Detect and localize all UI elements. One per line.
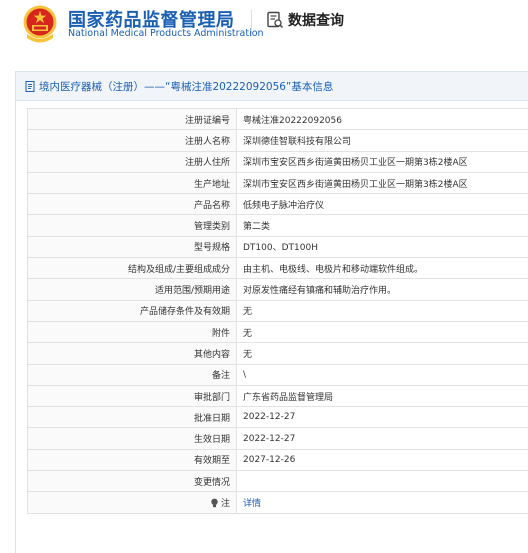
- note-bulb-icon: [210, 498, 219, 508]
- table-row: 审批部门 广东省药品监督管理局: [28, 385, 528, 406]
- table-row: 附件 无: [28, 321, 528, 342]
- table-row: 批准日期 2022-12-27: [28, 407, 528, 428]
- panel-title-bar: 境内医疗器械（注册）——“粤械注准20222092056”基本信息: [16, 72, 528, 101]
- row-value-storage: 无: [237, 300, 528, 321]
- table-row: 管理类别 第二类: [28, 215, 528, 236]
- row-value-model-spec: DT100、DT100H: [237, 236, 528, 257]
- row-key-management-class: 管理类别: [28, 215, 237, 236]
- row-value-production-address: 深圳市宝安区西乡街道黄田杨贝工业区一期第3栋2楼A区: [237, 172, 528, 193]
- row-key-note: 注: [28, 492, 237, 513]
- row-value-valid-until: 2027-12-26: [237, 449, 528, 470]
- data-query-label: 数据查询: [288, 10, 344, 30]
- table-row: 其他内容 无: [28, 343, 528, 364]
- row-value-management-class: 第二类: [237, 215, 528, 236]
- site-header: 国家药品监督管理局 National Medical Products Admi…: [0, 0, 528, 60]
- document-icon: [25, 81, 36, 92]
- row-value-approval-date: 2022-12-27: [237, 407, 528, 428]
- data-query-link[interactable]: 数据查询: [266, 10, 344, 30]
- row-key-model-spec: 型号规格: [28, 236, 237, 257]
- table-row: 备注 \: [28, 364, 528, 385]
- row-value-structure: 由主机、电极线、电极片和移动端软件组成。: [237, 258, 528, 279]
- detail-panel: 境内医疗器械（注册）——“粤械注准20222092056”基本信息 注册证编号 …: [15, 71, 528, 553]
- table-row: 生产地址 深圳市宝安区西乡街道黄田杨贝工业区一期第3栋2楼A区: [28, 172, 528, 193]
- row-key-attachment: 附件: [28, 321, 237, 342]
- row-key-valid-until: 有效期至: [28, 449, 237, 470]
- row-key-intended-use: 适用范围/预期用途: [28, 279, 237, 300]
- row-key-remarks: 备注: [28, 364, 237, 385]
- row-value-product-name: 低频电子脉冲治疗仪: [237, 194, 528, 215]
- row-value-changes: [237, 471, 528, 492]
- row-value-registrant-address: 深圳市宝安区西乡街道黄田杨贝工业区一期第3栋2楼A区: [237, 151, 528, 172]
- row-key-storage: 产品储存条件及有效期: [28, 300, 237, 321]
- row-key-note-label: 注: [221, 499, 230, 509]
- detail-table: 注册证编号 粤械注准20222092056 注册人名称 深圳德佳智联科技有限公司…: [27, 108, 528, 514]
- row-key-changes: 变更情况: [28, 471, 237, 492]
- header-divider: [251, 10, 252, 36]
- table-row: 注册证编号 粤械注准20222092056: [28, 109, 528, 130]
- table-row: 生效日期 2022-12-27: [28, 428, 528, 449]
- table-row: 注册人名称 深圳德佳智联科技有限公司: [28, 130, 528, 151]
- national-emblem-icon: [22, 4, 58, 44]
- row-value-registrant-name: 深圳德佳智联科技有限公司: [237, 130, 528, 151]
- row-value-registration-no: 粤械注准20222092056: [237, 109, 528, 130]
- table-row: 适用范围/预期用途 对原发性痛经有镇痛和辅助治疗作用。: [28, 279, 528, 300]
- table-row: 注册人住所 深圳市宝安区西乡街道黄田杨贝工业区一期第3栋2楼A区: [28, 151, 528, 172]
- row-key-approval-dept: 审批部门: [28, 385, 237, 406]
- org-name-en: National Medical Products Administration: [68, 28, 264, 39]
- row-key-structure: 结构及组成/主要组成成分: [28, 258, 237, 279]
- table-row: 结构及组成/主要组成成分 由主机、电极线、电极片和移动端软件组成。: [28, 258, 528, 279]
- row-key-effective-date: 生效日期: [28, 428, 237, 449]
- table-row: 型号规格 DT100、DT100H: [28, 236, 528, 257]
- row-key-registrant-address: 注册人住所: [28, 151, 237, 172]
- row-value-effective-date: 2022-12-27: [237, 428, 528, 449]
- row-value-intended-use: 对原发性痛经有镇痛和辅助治疗作用。: [237, 279, 528, 300]
- details-link[interactable]: 详情: [237, 492, 528, 513]
- row-value-remarks: \: [237, 364, 528, 385]
- data-query-icon: [266, 11, 284, 29]
- row-key-registration-no: 注册证编号: [28, 109, 237, 130]
- row-key-approval-date: 批准日期: [28, 407, 237, 428]
- table-row: 产品储存条件及有效期 无: [28, 300, 528, 321]
- row-key-other: 其他内容: [28, 343, 237, 364]
- table-row: 注 详情: [28, 492, 528, 513]
- table-row: 变更情况: [28, 471, 528, 492]
- panel-title: 境内医疗器械（注册）——“粤械注准20222092056”基本信息: [39, 79, 333, 94]
- row-value-approval-dept: 广东省药品监督管理局: [237, 385, 528, 406]
- row-key-registrant-name: 注册人名称: [28, 130, 237, 151]
- row-key-production-address: 生产地址: [28, 172, 237, 193]
- table-row: 产品名称 低频电子脉冲治疗仪: [28, 194, 528, 215]
- row-value-attachment: 无: [237, 321, 528, 342]
- table-row: 有效期至 2027-12-26: [28, 449, 528, 470]
- row-key-product-name: 产品名称: [28, 194, 237, 215]
- row-value-other: 无: [237, 343, 528, 364]
